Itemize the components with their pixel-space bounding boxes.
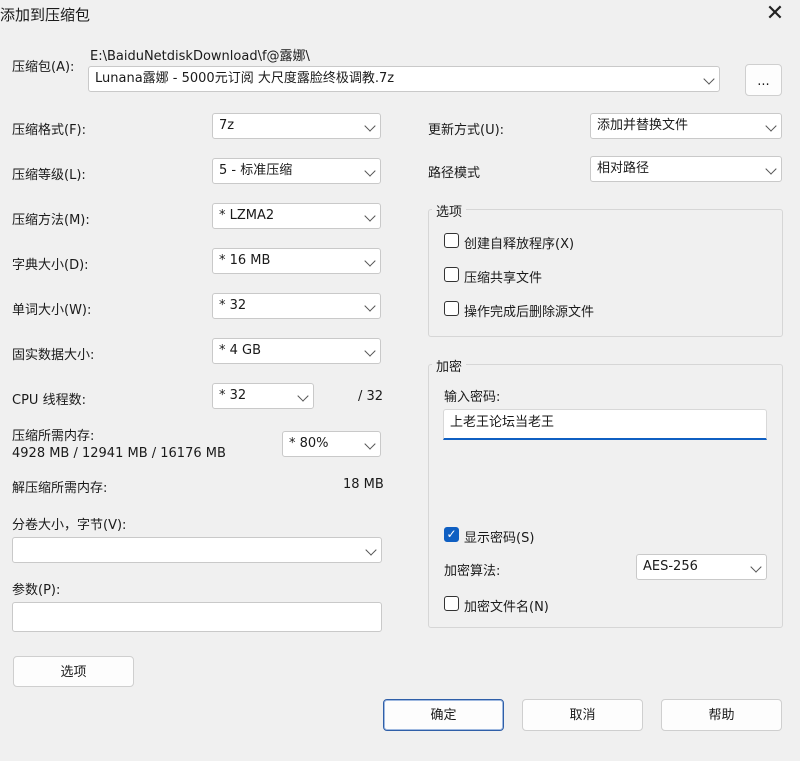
title-bar	[0, 0, 800, 30]
archive-label: 压缩包(A):	[12, 60, 75, 75]
password-label: 输入密码:	[444, 390, 501, 405]
params-label: 参数(P):	[12, 583, 61, 598]
level-value: 5 - 标准压缩	[219, 163, 293, 178]
chevron-down-icon	[364, 120, 376, 132]
method-value: * LZMA2	[219, 208, 275, 223]
encryption-group-title: 加密	[432, 356, 467, 375]
chevron-down-icon	[364, 165, 376, 177]
show-password-checkbox[interactable]: ✓	[444, 527, 459, 542]
delete-source-label: 操作完成后删除源文件	[464, 305, 595, 320]
format-value: 7z	[219, 118, 235, 133]
close-icon[interactable]: ✕	[762, 2, 788, 28]
encryption-method-label: 加密算法:	[444, 564, 501, 579]
chevron-down-icon	[765, 120, 777, 132]
shared-files-checkbox[interactable]	[444, 267, 459, 282]
solid-label: 固实数据大小:	[12, 348, 95, 363]
mem-decompress-label: 解压缩所需内存:	[12, 481, 108, 496]
archive-filename-combo[interactable]: Lunana露娜 - 5000元订阅 大尺度露脸终极调教.7z	[88, 66, 720, 92]
level-label: 压缩等级(L):	[12, 168, 86, 183]
chevron-down-icon	[703, 73, 715, 85]
solid-select[interactable]: * 4 GB	[212, 338, 381, 364]
solid-value: * 4 GB	[219, 343, 262, 358]
cancel-button[interactable]: 取消	[522, 699, 643, 731]
cpu-label: CPU 线程数:	[12, 393, 86, 408]
mem-compress-select[interactable]: * 80%	[282, 431, 381, 457]
update-select[interactable]: 添加并替换文件	[590, 113, 782, 139]
chevron-down-icon	[365, 544, 377, 556]
encrypt-names-label: 加密文件名(N)	[464, 600, 549, 615]
window-title: 添加到压缩包	[0, 6, 91, 24]
cpu-value: * 32	[219, 388, 247, 403]
mem-compress-value: * 80%	[289, 436, 329, 451]
encryption-method-value: AES-256	[643, 559, 698, 574]
archive-filename: Lunana露娜 - 5000元订阅 大尺度露脸终极调教.7z	[95, 71, 395, 86]
chevron-down-icon	[297, 390, 309, 402]
volume-label: 分卷大小，字节(V):	[12, 518, 127, 533]
encryption-method-select[interactable]: AES-256	[636, 554, 767, 580]
shared-files-label: 压缩共享文件	[464, 271, 543, 286]
path-mode-label: 路径模式	[428, 166, 481, 181]
word-label: 单词大小(W):	[12, 303, 92, 318]
word-value: * 32	[219, 298, 247, 313]
chevron-down-icon	[765, 163, 777, 175]
mem-decompress-value: 18 MB	[343, 477, 384, 492]
method-label: 压缩方法(M):	[12, 213, 90, 228]
format-label: 压缩格式(F):	[12, 123, 87, 138]
method-select[interactable]: * LZMA2	[212, 203, 381, 229]
word-select[interactable]: * 32	[212, 293, 381, 319]
chevron-down-icon	[364, 345, 376, 357]
encrypt-names-checkbox[interactable]	[444, 596, 459, 611]
mem-compress-label: 压缩所需内存:	[12, 429, 95, 444]
sfx-label: 创建自释放程序(X)	[464, 237, 575, 252]
dict-select[interactable]: * 16 MB	[212, 248, 381, 274]
archive-path: E:\BaiduNetdiskDownload\f@露娜\	[90, 49, 310, 64]
dict-value: * 16 MB	[219, 253, 271, 268]
delete-source-checkbox[interactable]	[444, 301, 459, 316]
chevron-down-icon	[750, 561, 762, 573]
update-label: 更新方式(U):	[428, 123, 505, 138]
level-select[interactable]: 5 - 标准压缩	[212, 158, 381, 184]
update-value: 添加并替换文件	[597, 118, 689, 133]
options-button[interactable]: 选项	[13, 656, 134, 687]
params-input[interactable]	[12, 602, 382, 632]
ok-button[interactable]: 确定	[383, 699, 504, 731]
chevron-down-icon	[364, 255, 376, 267]
volume-combo[interactable]	[12, 537, 382, 563]
dict-label: 字典大小(D):	[12, 258, 89, 273]
chevron-down-icon	[364, 210, 376, 222]
help-button[interactable]: 帮助	[661, 699, 782, 731]
path-mode-select[interactable]: 相对路径	[590, 156, 782, 182]
path-mode-value: 相对路径	[597, 161, 650, 176]
format-select[interactable]: 7z	[212, 113, 381, 139]
password-input[interactable]: 上老王论坛当老王	[443, 409, 767, 440]
cpu-max: / 32	[358, 389, 384, 404]
sfx-checkbox[interactable]	[444, 233, 459, 248]
show-password-label: 显示密码(S)	[464, 531, 535, 546]
mem-compress-detail: 4928 MB / 12941 MB / 16176 MB	[12, 446, 226, 461]
chevron-down-icon	[364, 438, 376, 450]
browse-button[interactable]: ...	[745, 64, 782, 96]
cpu-select[interactable]: * 32	[212, 383, 314, 409]
options-group-title: 选项	[432, 201, 467, 220]
chevron-down-icon	[364, 300, 376, 312]
